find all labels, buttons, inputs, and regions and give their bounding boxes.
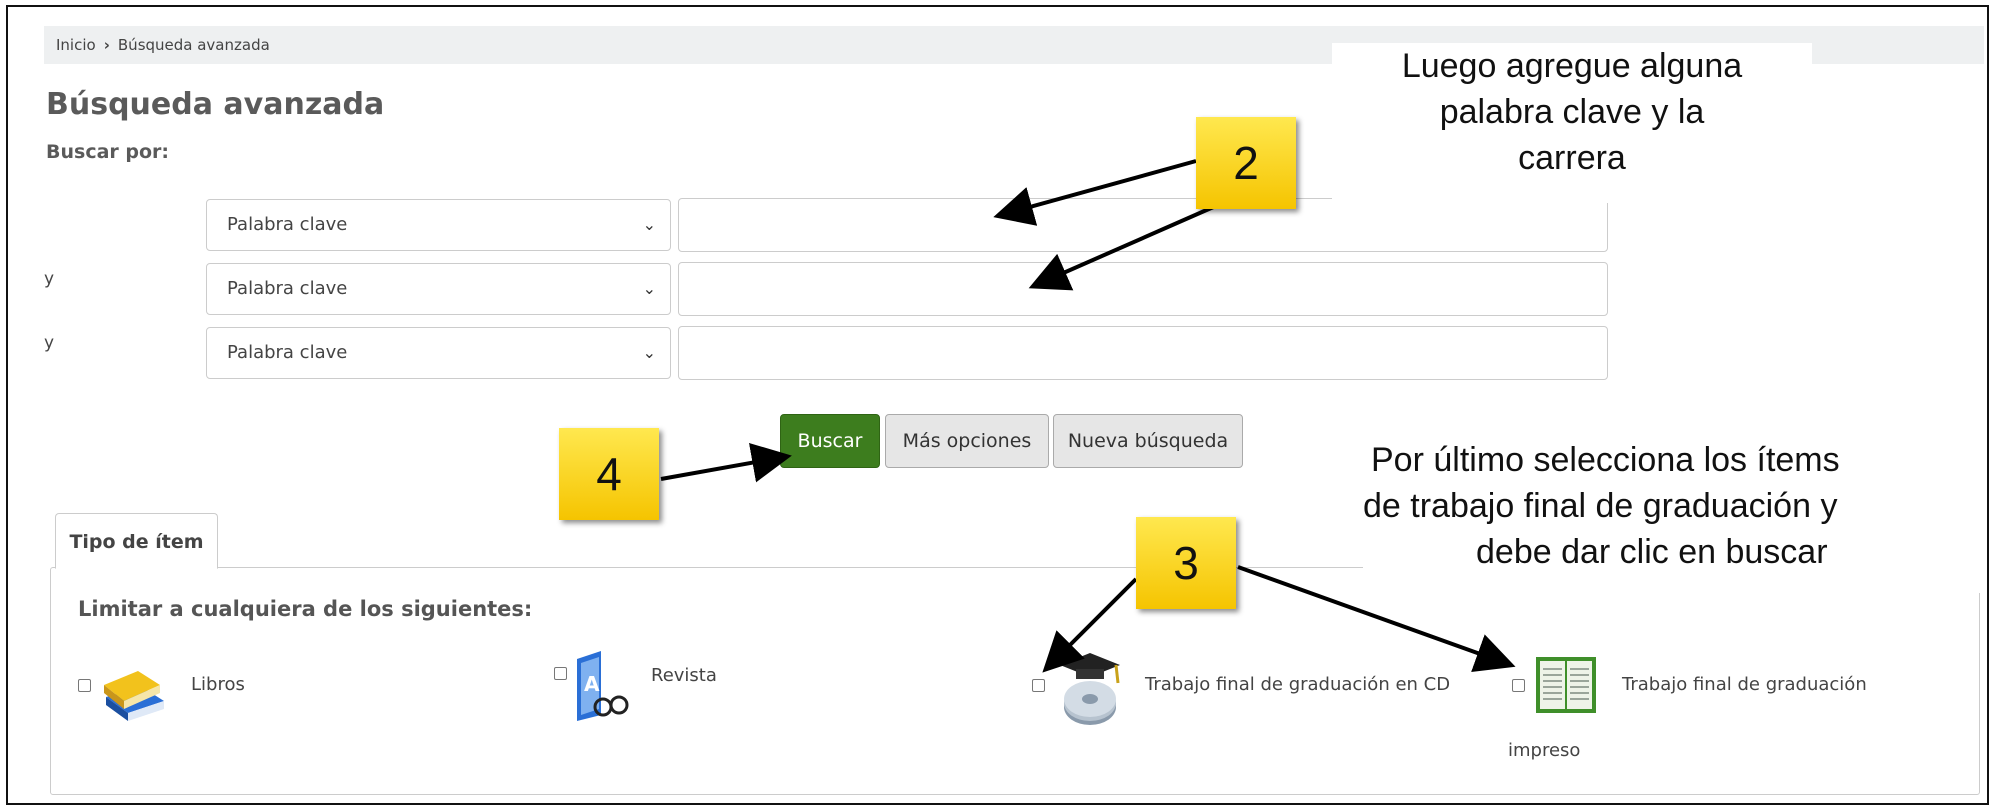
arrow-4-to-search <box>660 442 792 483</box>
annotation-callout-4: 4 <box>559 428 659 520</box>
arrow-3-to-cd <box>1042 577 1138 673</box>
arrow-3-to-printed <box>1237 565 1516 673</box>
screenshot-frame: Inicio › Búsqueda avanzada Búsqueda avanza… <box>6 5 1989 805</box>
arrow-2-to-input-2 <box>1028 203 1219 291</box>
annotation-callout-3: 3 <box>1136 517 1236 609</box>
arrow-2-to-input-1 <box>993 159 1197 226</box>
annotation-arrows <box>660 159 1516 673</box>
annotation-callout-2: 2 <box>1196 117 1296 209</box>
